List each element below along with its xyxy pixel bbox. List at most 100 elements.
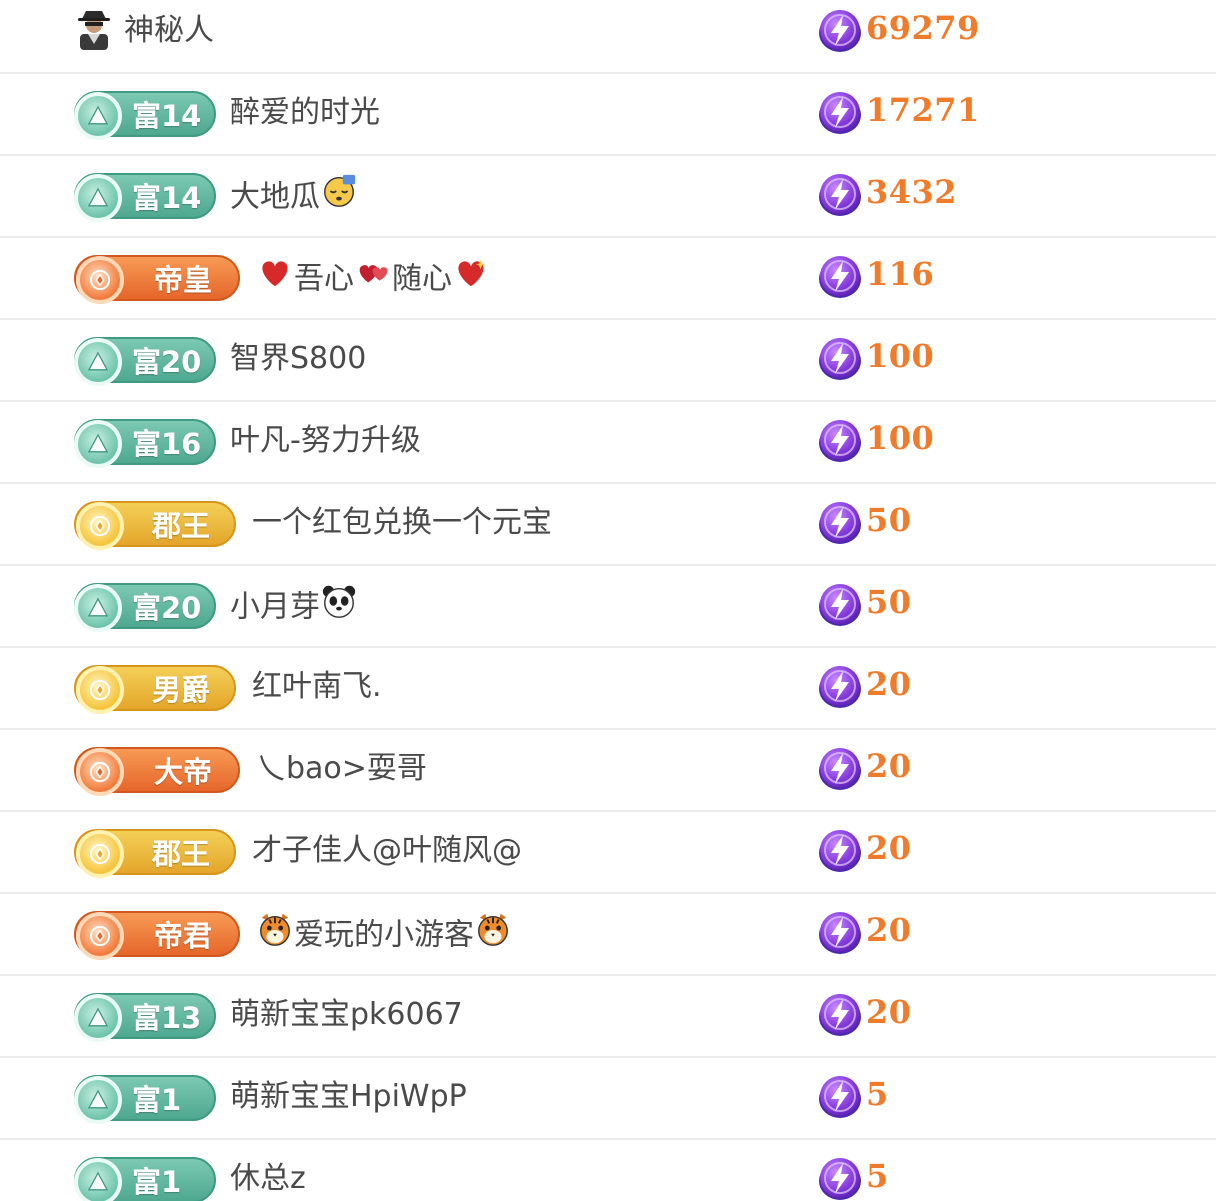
list-item[interactable]: 帝君 爱玩的小游客 20 <box>0 894 1216 976</box>
noble-badge: 帝君 <box>74 911 240 960</box>
rich-level-badge: 富1 <box>74 1157 216 1201</box>
contribution-amount: 100 <box>866 419 935 457</box>
lightning-coin-icon <box>816 1072 864 1120</box>
list-item[interactable]: 富20 智界S800 100 <box>0 320 1216 402</box>
username[interactable]: 萌新宝宝HpiWpP <box>230 1074 467 1120</box>
level-badge: 男爵 <box>74 665 236 714</box>
username-text: 大地瓜 <box>230 179 320 215</box>
lightning-coin-icon <box>816 88 864 136</box>
lightning-coin-icon <box>816 990 864 1038</box>
rich-level-icon <box>74 92 122 140</box>
contribution-amount: 50 <box>866 501 912 539</box>
lightning-coin-icon <box>816 416 864 464</box>
list-item[interactable]: 富14 大地瓜 3432 <box>0 156 1216 238</box>
list-item[interactable]: 男爵 红叶南飞. 20 <box>0 648 1216 730</box>
username[interactable]: 叶凡-努力升级 <box>230 418 421 464</box>
username[interactable]: 萌新宝宝pk6067 <box>230 992 463 1038</box>
red-heart-icon <box>256 254 294 306</box>
username[interactable]: 乀bao>耍哥 <box>256 746 427 792</box>
tiger-face-icon <box>256 910 294 962</box>
rich-level-badge: 富1 <box>74 1075 216 1124</box>
username[interactable]: 休总z <box>230 1156 306 1201</box>
contribution-amount: 20 <box>866 911 912 949</box>
username-text: 吾心 <box>294 261 354 297</box>
username-text: 爱玩的小游客 <box>294 917 474 953</box>
contribution-amount: 17271 <box>866 91 980 129</box>
username-text: 小月芽 <box>230 589 320 625</box>
rich-level-icon <box>74 420 122 468</box>
list-item[interactable]: 富13 萌新宝宝pk6067 20 <box>0 976 1216 1058</box>
badge-label: 富16 <box>132 427 202 461</box>
contribution-amount: 50 <box>866 583 912 621</box>
contribution-ranking-list: 神秘人 69279 富14 醉爱的时光 17271 富14 大地瓜 3432 帝皇 吾心 随心 116… <box>0 0 1216 1201</box>
noble-prince-icon <box>76 502 124 550</box>
username[interactable]: 小月芽 <box>230 582 358 628</box>
badge-label: 大帝 <box>154 755 213 789</box>
level-badge: 富1 <box>74 1157 216 1201</box>
list-item[interactable]: 富20 小月芽 50 <box>0 566 1216 648</box>
username[interactable]: 一个红包兑换一个元宝 <box>252 500 552 546</box>
username[interactable]: 吾心 随心 <box>256 254 490 300</box>
username[interactable]: 红叶南飞. <box>252 664 382 710</box>
badge-label: 富20 <box>132 591 202 625</box>
badge-label: 富1 <box>132 1165 182 1199</box>
list-item[interactable]: 富14 醉爱的时光 17271 <box>0 74 1216 156</box>
rich-level-icon <box>74 338 122 386</box>
level-badge: 富1 <box>74 1075 216 1124</box>
lightning-coin-icon <box>816 334 864 382</box>
list-item[interactable]: 郡王 一个红包兑换一个元宝 50 <box>0 484 1216 566</box>
list-item[interactable]: 大帝 乀bao>耍哥 20 <box>0 730 1216 812</box>
level-badge: 富14 <box>74 91 216 140</box>
contribution-amount: 116 <box>866 255 935 293</box>
list-item[interactable]: 郡王 才子佳人@叶随风@ 20 <box>0 812 1216 894</box>
list-item[interactable]: 神秘人 69279 <box>0 0 1216 74</box>
list-item[interactable]: 帝皇 吾心 随心 116 <box>0 238 1216 320</box>
username-text: 萌新宝宝pk6067 <box>230 997 463 1032</box>
lightning-coin-icon <box>816 580 864 628</box>
rich-level-badge: 富16 <box>74 419 216 468</box>
sparkling-heart-icon <box>452 254 490 306</box>
badge-label: 男爵 <box>152 673 211 707</box>
contribution-amount: 69279 <box>866 9 980 47</box>
noble-emperor-icon <box>76 256 124 304</box>
lightning-coin-icon <box>816 744 864 792</box>
username[interactable]: 大地瓜 <box>230 172 358 218</box>
lightning-coin-icon <box>816 662 864 710</box>
level-badge: 帝君 <box>74 911 240 960</box>
noble-great-emperor-icon <box>76 748 124 796</box>
level-badge: 富20 <box>74 337 216 386</box>
level-badge: 富13 <box>74 993 216 1042</box>
level-badge: 富16 <box>74 419 216 468</box>
contribution-amount: 20 <box>866 993 912 1031</box>
level-badge: 郡王 <box>74 829 236 878</box>
noble-badge: 男爵 <box>74 665 236 714</box>
rich-level-badge: 富13 <box>74 993 216 1042</box>
contribution-amount: 20 <box>866 665 912 703</box>
badge-label: 富14 <box>132 99 202 133</box>
list-item[interactable]: 富1 萌新宝宝HpiWpP 5 <box>0 1058 1216 1140</box>
badge-label: 帝皇 <box>154 263 213 297</box>
list-item[interactable]: 富1 休总z 5 <box>0 1140 1216 1201</box>
list-item[interactable]: 富16 叶凡-努力升级 100 <box>0 402 1216 484</box>
username[interactable]: 神秘人 <box>124 8 214 54</box>
badge-label: 富14 <box>132 181 202 215</box>
contribution-amount: 5 <box>866 1075 889 1113</box>
username[interactable]: 爱玩的小游客 <box>256 910 512 956</box>
username[interactable]: 醉爱的时光 <box>230 90 380 136</box>
level-badge: 富14 <box>74 173 216 222</box>
rich-level-icon <box>74 1076 122 1124</box>
username-text: 智界S800 <box>230 341 367 376</box>
username-text: 醉爱的时光 <box>230 95 380 130</box>
username-text: 随心 <box>392 261 452 297</box>
noble-badge: 帝皇 <box>74 255 240 304</box>
username-text: 一个红包兑换一个元宝 <box>252 505 552 540</box>
badge-label: 郡王 <box>152 837 211 871</box>
username-text: 乀bao>耍哥 <box>256 751 427 786</box>
username-text: 红叶南飞. <box>252 669 382 704</box>
lightning-coin-icon <box>816 826 864 874</box>
username-text: 才子佳人@叶随风@ <box>252 833 522 868</box>
username[interactable]: 智界S800 <box>230 336 366 382</box>
noble-sovereign-icon <box>76 912 124 960</box>
noble-baron-icon <box>76 666 124 714</box>
username[interactable]: 才子佳人@叶随风@ <box>252 828 522 874</box>
